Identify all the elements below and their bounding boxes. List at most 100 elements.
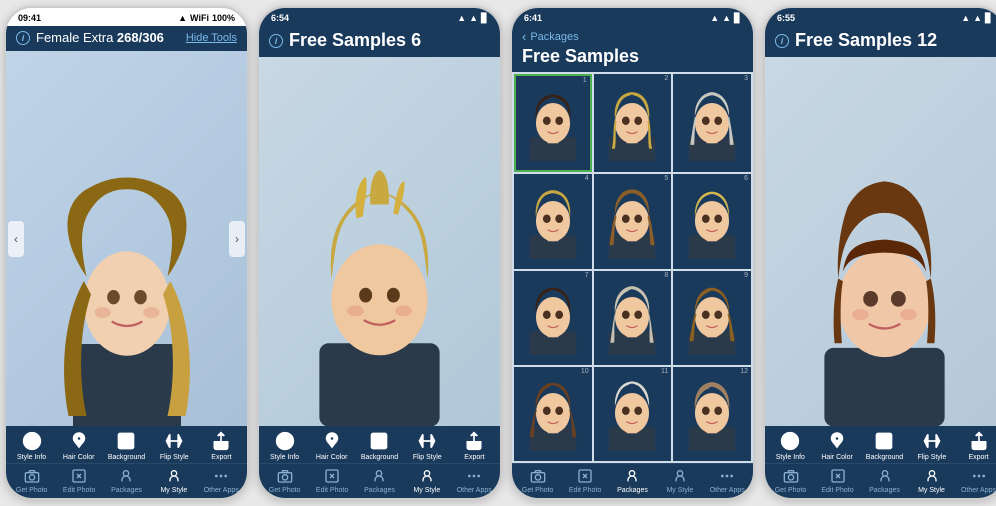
export-label-4: Export (968, 454, 988, 461)
info-icon-1[interactable]: i (16, 31, 30, 45)
style-info-label-2: Style Info (270, 454, 299, 461)
arrow-right[interactable]: › (229, 221, 245, 257)
get-photo-label-2: Get Photo (269, 487, 301, 494)
toolbar-style-info[interactable]: Style Info (14, 430, 50, 461)
packages-icon-2 (369, 466, 389, 486)
info-icon-2[interactable]: i (269, 34, 283, 48)
tab-my-style-2[interactable]: My Style (409, 466, 445, 494)
tab-packages-4[interactable]: Packages (867, 466, 903, 494)
grid-cell-10[interactable]: 10 (514, 367, 592, 461)
toolbar-background[interactable]: Background (108, 430, 145, 461)
grid-cell-4[interactable]: 4 (514, 174, 592, 268)
hairstyle-grid-3: 1 2 (512, 72, 753, 463)
grid-cell-2[interactable]: 2 (594, 74, 672, 172)
mini-face-5 (601, 184, 663, 259)
get-photo-label-3: Get Photo (522, 487, 554, 494)
grid-cell-3[interactable]: 3 (673, 74, 751, 172)
toolbar-style-info-2[interactable]: Style Info (267, 430, 303, 461)
tab-my-style-3[interactable]: My Style (662, 466, 698, 494)
header-title-1: Female Extra 268/306 (36, 30, 164, 45)
toolbar-export-4[interactable]: Export (961, 430, 996, 461)
tab-get-photo-2[interactable]: Get Photo (267, 466, 303, 494)
tab-my-style-1[interactable]: My Style (156, 466, 192, 494)
grid-cell-12[interactable]: 12 (673, 367, 751, 461)
cell-number-5: 5 (664, 175, 668, 182)
back-chevron-3[interactable]: ‹ (522, 29, 526, 44)
tab-get-photo-4[interactable]: Get Photo (773, 466, 809, 494)
grid-cell-7[interactable]: 7 (514, 271, 592, 365)
back-text-3[interactable]: Packages (530, 31, 578, 43)
status-bar-1: 09:41 ▲ WiFi 100% (6, 8, 247, 26)
export-icon-2 (463, 430, 485, 452)
toolbar-background-4[interactable]: Background (866, 430, 903, 461)
grid-cell-1[interactable]: 1 (514, 74, 592, 172)
export-label: Export (211, 454, 231, 461)
grid-cell-11[interactable]: 11 (594, 367, 672, 461)
cell-number-11: 11 (661, 368, 668, 375)
toolbar-export-2[interactable]: Export (456, 430, 492, 461)
toolbar-flip-style[interactable]: Flip Style (156, 430, 192, 461)
toolbar-hair-color-4[interactable]: Hair Color (819, 430, 855, 461)
toolbar-hair-color-2[interactable]: Hair Color (314, 430, 350, 461)
toolbar-hair-color[interactable]: Hair Color (61, 430, 97, 461)
mini-face-12 (681, 376, 743, 451)
packages-label-1: Packages (111, 487, 142, 494)
grid-cell-9[interactable]: 9 (673, 271, 751, 365)
toolbar-flip-style-4[interactable]: Flip Style (914, 430, 950, 461)
grid-cell-5[interactable]: 5 (594, 174, 672, 268)
person-svg-4 (792, 131, 977, 426)
mini-face-9 (681, 280, 743, 355)
packages-icon-1 (116, 466, 136, 486)
tab-packages-1[interactable]: Packages (108, 466, 144, 494)
tab-other-apps-1[interactable]: Other Apps (203, 466, 239, 494)
edit-photo-label-2: Edit Photo (316, 487, 348, 494)
toolbar-flip-style-2[interactable]: Flip Style (409, 430, 445, 461)
signal-icon-3: ▲ (710, 13, 719, 23)
background-icon (115, 430, 137, 452)
packages-label-3: Packages (617, 487, 648, 494)
tab-packages-2[interactable]: Packages (361, 466, 397, 494)
tab-my-style-4[interactable]: My Style (914, 466, 950, 494)
arrow-left[interactable]: ‹ (8, 221, 24, 257)
background-icon-2 (368, 430, 390, 452)
time-3: 6:41 (524, 13, 542, 23)
background-icon-4 (873, 430, 895, 452)
tab-packages-3[interactable]: Packages (614, 466, 650, 494)
mini-face-8 (601, 280, 663, 355)
tab-edit-photo-4[interactable]: Edit Photo (820, 466, 856, 494)
tab-edit-photo-2[interactable]: Edit Photo (314, 466, 350, 494)
mini-face-11 (601, 376, 663, 451)
toolbar-style-info-4[interactable]: Style Info (772, 430, 808, 461)
background-label-2: Background (361, 454, 398, 461)
export-label-2: Export (464, 454, 484, 461)
style-info-label-4: Style Info (776, 454, 805, 461)
grid-cell-8[interactable]: 8 (594, 271, 672, 365)
style-info-icon (21, 430, 43, 452)
my-style-label-1: My Style (160, 487, 187, 494)
tab-get-photo-1[interactable]: Get Photo (14, 466, 50, 494)
tab-edit-photo-1[interactable]: Edit Photo (61, 466, 97, 494)
tab-bar-3: Get Photo Edit Photo Packages My Style O… (512, 463, 753, 498)
content-2 (259, 57, 500, 426)
info-icon-4[interactable]: i (775, 34, 789, 48)
tab-edit-photo-3[interactable]: Edit Photo (567, 466, 603, 494)
signal-icon-1: ▲ (178, 13, 187, 23)
toolbar-background-2[interactable]: Background (361, 430, 398, 461)
tab-other-apps-2[interactable]: Other Apps (456, 466, 492, 494)
tab-get-photo-3[interactable]: Get Photo (520, 466, 556, 494)
status-icons-3: ▲ ▲ ▊ (710, 13, 741, 24)
time-2: 6:54 (271, 13, 289, 23)
battery-icon-2: ▊ (481, 13, 488, 24)
toolbar-2: Style Info Hair Color Background Flip St… (259, 426, 500, 463)
tab-bar-4: Get Photo Edit Photo Packages My Style O… (765, 463, 996, 498)
packages-label-2: Packages (364, 487, 395, 494)
toolbar-export[interactable]: Export (203, 430, 239, 461)
background-label: Background (108, 454, 145, 461)
tab-other-apps-4[interactable]: Other Apps (961, 466, 996, 494)
header-title-2: Free Samples 6 (289, 30, 421, 51)
content-1: ‹ › (6, 51, 247, 426)
grid-cell-6[interactable]: 6 (673, 174, 751, 268)
tab-other-apps-3[interactable]: Other Apps (709, 466, 745, 494)
hide-tools-btn[interactable]: Hide Tools (186, 32, 237, 44)
wifi-icon-2: ▲ (469, 13, 478, 23)
